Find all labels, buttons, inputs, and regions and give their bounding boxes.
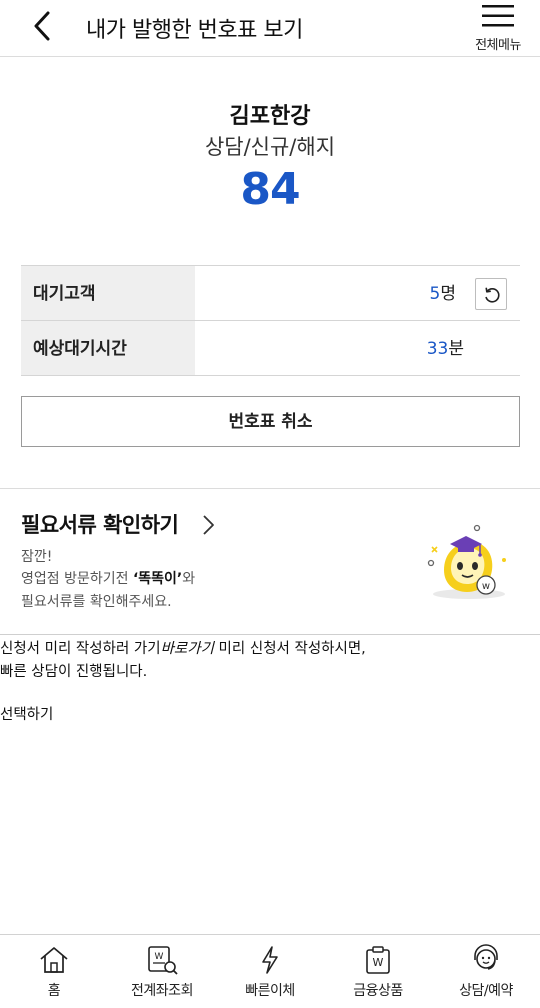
nav-quick-transfer-label: 빠른이체 xyxy=(245,983,295,999)
docs-text-line1: 잠깐! xyxy=(21,549,53,565)
nav-all-accounts[interactable]: W 전계좌조회 xyxy=(108,935,216,1008)
account-search-icon: W xyxy=(148,946,178,975)
nav-financial-products-label: 금융상품 xyxy=(353,983,403,999)
lightning-icon xyxy=(262,946,278,974)
app-header: 내가 발행한 번호표 보기 전체메뉴 xyxy=(0,0,540,57)
notice-part1: 신청서 미리 작성하러 가기 xyxy=(0,641,161,657)
svg-text:W: W xyxy=(373,956,384,969)
section-divider xyxy=(0,488,540,489)
product-icon: W xyxy=(366,946,390,974)
hamburger-icon xyxy=(482,5,514,27)
select-link[interactable]: 선택하기 xyxy=(0,703,53,724)
nav-home-label: 홈 xyxy=(47,983,61,999)
wait-info-table: 대기고객 5명 예상대기시간 33분 xyxy=(21,265,520,376)
chevron-left-icon xyxy=(34,11,50,41)
wait-customers-unit: 명 xyxy=(440,284,456,304)
nav-all-accounts-label: 전계좌조회 xyxy=(131,983,193,999)
notice-part2: 미리 신청서 작성하시면, xyxy=(213,641,366,657)
cancel-ticket-button[interactable]: 번호표 취소 xyxy=(21,396,520,447)
consult-icon xyxy=(474,944,498,970)
mascot-icon: w xyxy=(427,524,506,599)
refresh-icon xyxy=(485,287,500,303)
nav-consult-reserve-label: 상담/예약 xyxy=(459,983,513,999)
docs-line2-prefix: 영업점 방문하기전 xyxy=(21,571,133,587)
docs-text-line2: 영업점 방문하기전 ‘똑똑이’와 xyxy=(21,568,195,588)
docs-check-link[interactable]: 필요서류 확인하기 xyxy=(21,509,179,539)
wait-customers-value: 5명 xyxy=(430,266,456,322)
wait-time-row: 예상대기시간 33분 xyxy=(21,321,520,376)
full-menu-button[interactable]: 전체메뉴 xyxy=(466,0,530,56)
wait-customers-label: 대기고객 xyxy=(21,266,195,320)
shortcut-link[interactable]: 바로가기 xyxy=(161,641,214,657)
docs-line2-bold: ‘똑똑이’ xyxy=(132,571,183,587)
nav-financial-products[interactable]: W 금융상품 xyxy=(324,935,432,1008)
wait-customers-cell: 5명 xyxy=(195,266,520,320)
nav-consult-reserve[interactable]: 상담/예약 xyxy=(432,935,540,1008)
notice-line1: 신청서 미리 작성하러 가기바로가기 미리 신청서 작성하시면, xyxy=(0,637,366,658)
nav-quick-transfer[interactable]: 빠른이체 xyxy=(216,935,324,1008)
branch-name: 김포한강 xyxy=(229,104,311,129)
svg-text:w: w xyxy=(482,581,490,592)
home-icon xyxy=(40,947,68,973)
full-menu-label: 전체메뉴 xyxy=(475,38,521,53)
wait-time-value: 33분 xyxy=(427,321,464,377)
wait-customers-row: 대기고객 5명 xyxy=(21,266,520,321)
service-type: 상담/신규/해지 xyxy=(204,135,336,159)
wait-customers-count: 5 xyxy=(429,284,441,304)
page-title: 내가 발행한 번호표 보기 xyxy=(86,18,303,43)
back-button[interactable] xyxy=(28,8,58,44)
notice-divider xyxy=(0,634,540,635)
svg-text:W: W xyxy=(155,952,164,962)
wait-time-unit: 분 xyxy=(448,339,464,359)
wait-time-cell: 33분 xyxy=(195,321,520,375)
wait-time-minutes: 33 xyxy=(426,339,449,359)
docs-text-line3: 필요서류를 확인해주세요. xyxy=(21,594,172,610)
docs-line2-suffix: 와 xyxy=(182,571,196,587)
wait-time-label: 예상대기시간 xyxy=(21,321,195,375)
nav-home[interactable]: 홈 xyxy=(0,935,108,1008)
refresh-button[interactable] xyxy=(475,278,507,310)
bottom-nav: 홈 W 전계좌조회 빠른이체 W 금융상품 상담/예약 xyxy=(0,934,540,1008)
notice-line2: 빠른 상담이 진행됩니다. xyxy=(0,664,148,680)
ticket-number: 84 xyxy=(240,164,300,215)
chevron-right-icon xyxy=(203,515,214,535)
